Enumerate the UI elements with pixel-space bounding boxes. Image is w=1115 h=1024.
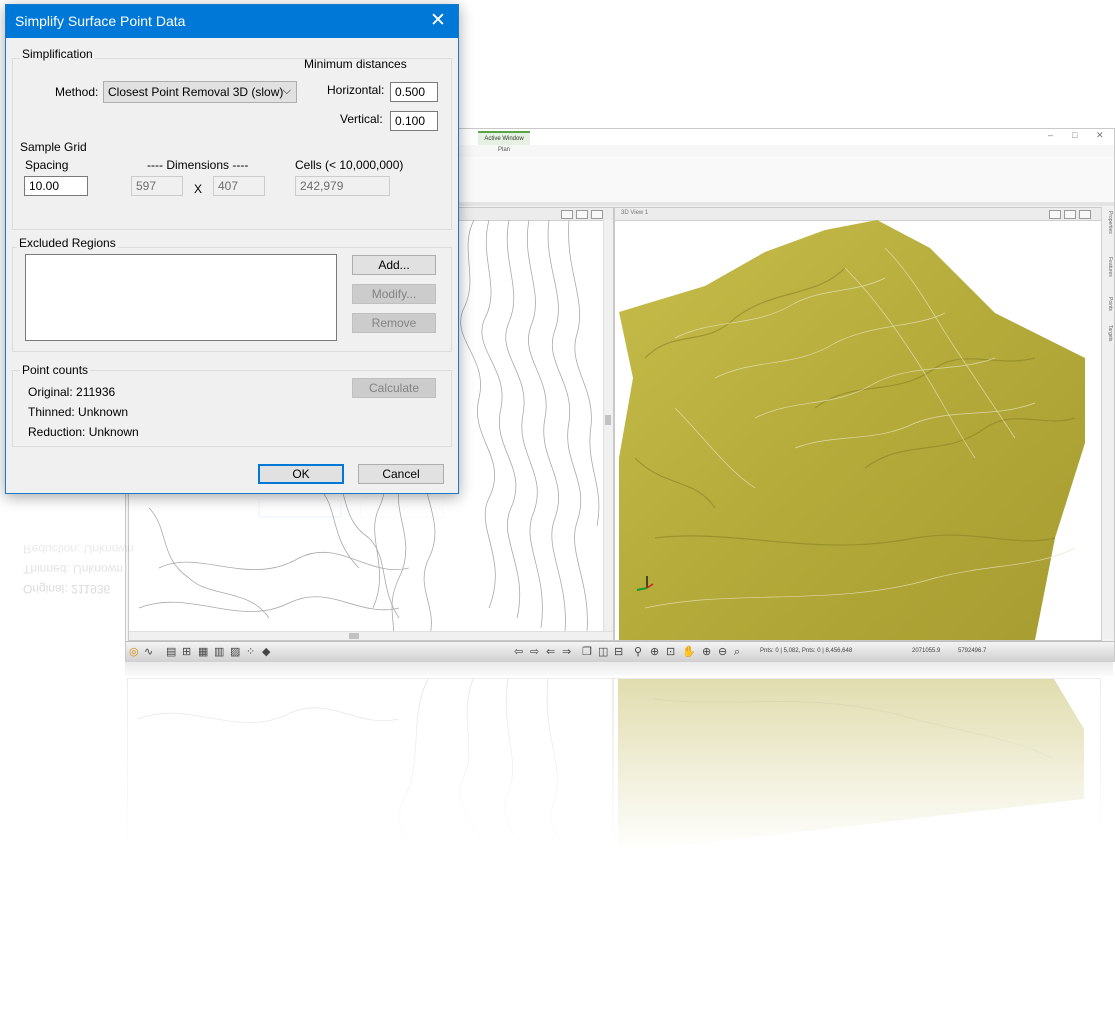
dimension-x-field: 597 (131, 176, 183, 196)
original-count: Original: 211936 (28, 385, 116, 399)
min-distances-label: Minimum distances (304, 57, 407, 71)
sample-grid-label: Sample Grid (20, 140, 87, 154)
side-tab-targets[interactable]: Targets (1103, 325, 1113, 341)
status-y-coordinate: 5792496.7 (958, 648, 987, 654)
menu-item-plan[interactable]: Plan (498, 147, 510, 153)
split-vertical-icon[interactable]: ◫ (598, 645, 608, 659)
arrow-left-icon[interactable]: ⇦ (514, 645, 523, 659)
split-horizontal-icon[interactable]: ⊟ (614, 645, 623, 659)
3d-view-reflection (613, 678, 1101, 852)
dialog-reflection: Reduction: Unknown Thinned: Unknown Orig… (8, 490, 458, 650)
zoom-out-icon[interactable]: ⊖ (718, 645, 727, 659)
scroll-thumb[interactable] (605, 415, 611, 425)
spacing-input[interactable]: 10.00 (24, 176, 88, 196)
simplification-group-label: Simplification (20, 47, 95, 61)
excluded-regions-list[interactable] (25, 254, 337, 341)
dimensions-label: ---- Dimensions ---- (147, 158, 249, 172)
thinned-count: Thinned: Unknown (28, 405, 129, 419)
zoom-icon[interactable]: ⚲ (634, 645, 642, 659)
minimize-icon[interactable]: – (1048, 130, 1053, 140)
close-icon[interactable]: ✕ (426, 9, 450, 33)
3d-view[interactable]: 3D View 1 (614, 207, 1102, 641)
vertical-distance-input[interactable]: 0.100 (390, 111, 438, 131)
simplify-dialog: Simplify Surface Point Data ✕ Simplifica… (5, 4, 459, 494)
zoom-window-icon[interactable]: ⌕ (734, 645, 740, 659)
arrow-right-icon[interactable]: ⇨ (530, 645, 539, 659)
horizontal-distance-input[interactable]: 0.500 (390, 82, 438, 102)
dialog-title: Simplify Surface Point Data (15, 13, 186, 29)
cancel-button-reflection (360, 498, 444, 518)
tab-active-window[interactable]: Active Window (478, 131, 530, 146)
status-point-counts: Pnts: 0 | 5,082, Pnts: 0 | 8,456,648 (760, 648, 853, 654)
reduction-reflection: Reduction: Unknown (23, 542, 134, 556)
select-all-icon[interactable]: ⇒ (562, 645, 571, 659)
cells-field: 242,979 (295, 176, 390, 196)
close-app-icon[interactable]: ✕ (1096, 130, 1104, 141)
cancel-button[interactable]: Cancel (358, 464, 444, 484)
spacing-label: Spacing (25, 158, 69, 172)
contour-reflection (137, 678, 570, 852)
ok-button[interactable]: OK (258, 464, 344, 484)
maximize-icon[interactable]: □ (1072, 130, 1077, 140)
original-reflection: Original: 211936 (23, 582, 111, 596)
add-region-button[interactable]: Add... (352, 255, 436, 275)
method-dropdown[interactable]: Closest Point Removal 3D (slow) ⌵ (103, 81, 297, 103)
thinned-reflection: Thinned: Unknown (23, 562, 124, 576)
zoom-in-icon[interactable]: ⊕ (702, 645, 711, 659)
side-panel: Properties Features Points Targets (1101, 207, 1114, 639)
ok-button-reflection (258, 498, 342, 518)
lock-icon[interactable]: ⊡ (666, 645, 675, 659)
reduction-count: Reduction: Unknown (28, 425, 139, 439)
modify-region-button[interactable]: Modify... (352, 284, 436, 304)
window-reflection (125, 662, 1113, 852)
plan-view-reflection (127, 678, 613, 852)
side-tab-points[interactable]: Points (1103, 297, 1113, 311)
calculate-button[interactable]: Calculate (352, 378, 436, 398)
method-value: Closest Point Removal 3D (slow) (108, 85, 284, 99)
point-counts-label: Point counts (20, 363, 91, 377)
excluded-regions-label: Excluded Regions (17, 236, 118, 250)
terrain-reflection (618, 679, 1084, 852)
statusbar-reflection (125, 662, 1113, 676)
dimension-y-field: 407 (213, 176, 265, 196)
terrain-surface (619, 220, 1101, 640)
cells-label: Cells (< 10,000,000) (295, 158, 404, 172)
select-icon[interactable]: ⇐ (546, 645, 555, 659)
plan-vertical-scrollbar[interactable] (603, 220, 613, 632)
pan-hand-icon[interactable]: ✋ (682, 645, 696, 659)
dimension-separator: X (194, 182, 203, 196)
horizontal-label: Horizontal: (327, 83, 385, 97)
vertical-label: Vertical: (340, 112, 383, 126)
side-tab-features[interactable]: Features (1103, 257, 1113, 277)
method-label: Method: (55, 85, 99, 99)
window-icon[interactable]: ❐ (582, 645, 592, 659)
remove-region-button[interactable]: Remove (352, 313, 436, 333)
zoom-extents-icon[interactable]: ⊕ (650, 645, 659, 659)
side-tab-properties[interactable]: Properties (1103, 211, 1113, 234)
status-x-coordinate: 2071055.9 (912, 648, 941, 654)
chevron-down-icon: ⌵ (282, 85, 291, 97)
dialog-titlebar[interactable]: Simplify Surface Point Data ✕ (6, 5, 458, 38)
